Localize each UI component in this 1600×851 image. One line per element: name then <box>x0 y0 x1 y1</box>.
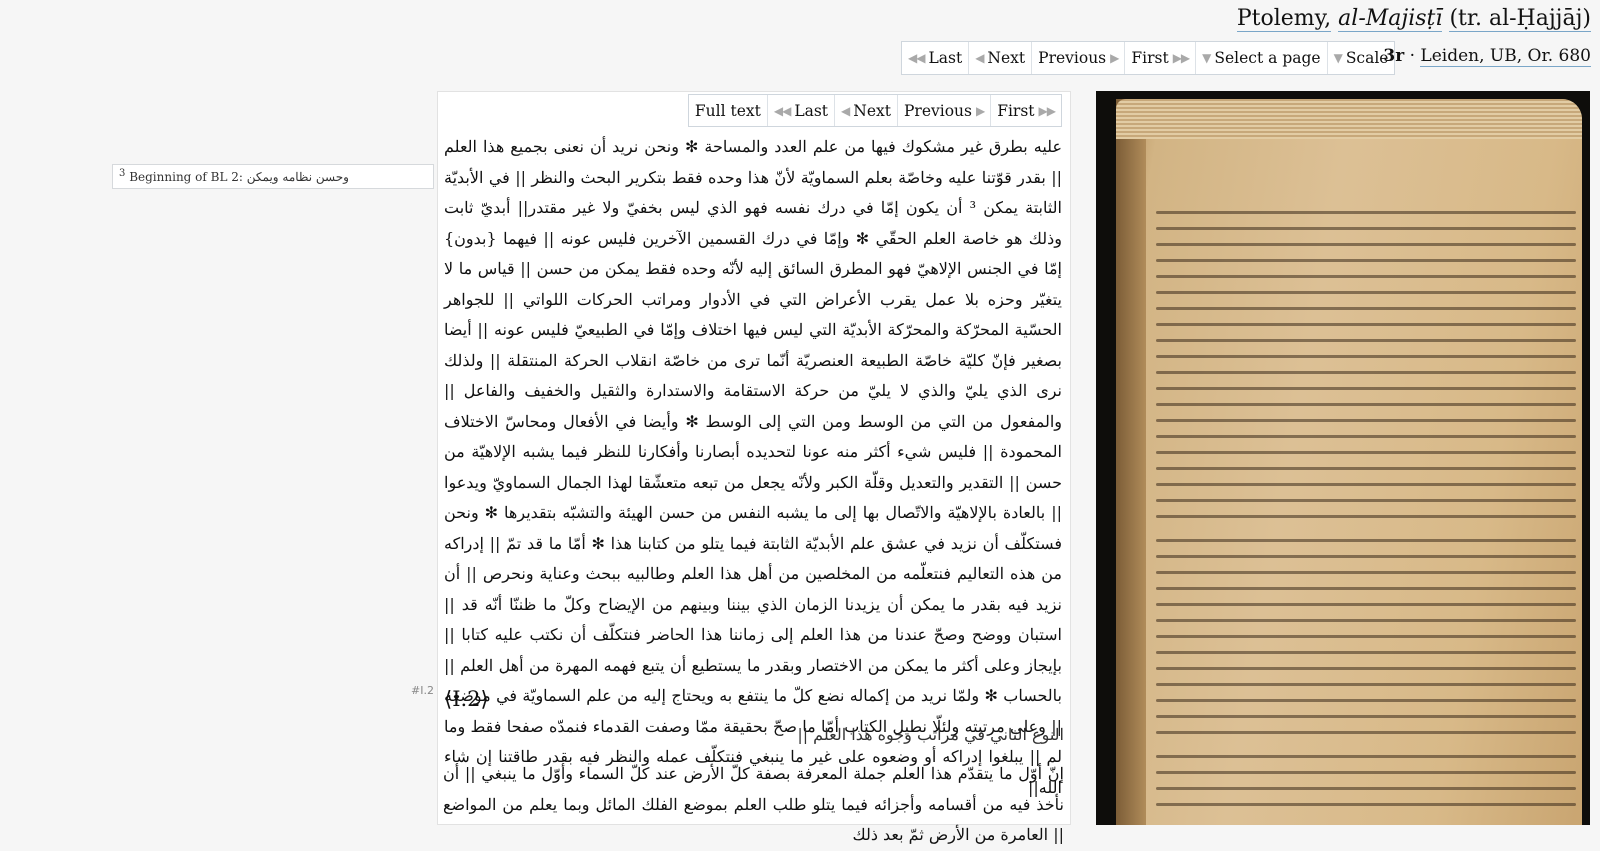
right-arrow-icon: ▶ <box>975 103 985 118</box>
folio-number: 3r <box>1383 46 1405 66</box>
handwriting-line <box>1156 771 1576 774</box>
handwriting-line <box>1156 731 1576 734</box>
handwriting-line <box>1156 339 1576 342</box>
handwriting-line <box>1156 787 1576 790</box>
handwriting-line <box>1156 403 1576 406</box>
handwriting-line <box>1156 683 1576 686</box>
manuscript-page <box>1116 99 1582 825</box>
page-navigation: ◀◀ Last ◀ Next Previous ▶ First ▶▶ ▼ Sel… <box>901 41 1396 75</box>
handwriting-line <box>1156 539 1576 542</box>
left-arrow-icon: ◀ <box>841 103 850 118</box>
handwriting-line <box>1156 667 1576 670</box>
handwriting-line <box>1156 275 1576 278</box>
note-label: Beginning of BL 2: <box>129 170 243 184</box>
handwriting-line <box>1156 515 1576 518</box>
handwriting-line <box>1156 227 1576 230</box>
handwriting-line <box>1156 715 1576 718</box>
handwriting-line <box>1156 387 1576 390</box>
manuscript-image[interactable] <box>1096 91 1590 825</box>
last-page-button[interactable]: ◀◀ Last <box>902 42 970 74</box>
section-subheading: النوع الثاني في مراتب وجوه هذا العلم || <box>797 725 1064 744</box>
page-edges <box>1116 99 1582 139</box>
handwriting-line <box>1156 803 1576 806</box>
section-anchor-label[interactable]: #I.2 <box>411 684 434 697</box>
arabic-text-body-2: إنّ أوّل ما يتقدّم هذا العلم جملة المعرف… <box>443 764 1064 844</box>
arabic-text-body: عليه بطرق غير مشكوك فيها من علم العدد وا… <box>444 137 1063 797</box>
full-text-button[interactable]: Full text <box>689 95 768 126</box>
section-heading: ⟨I.2⟩ <box>444 687 489 711</box>
handwriting-line <box>1156 451 1576 454</box>
note-number: 3 <box>119 168 126 179</box>
title-translator: (tr. al-Ḥajjāj) <box>1449 6 1591 32</box>
title-work: al-Majisṭī <box>1338 6 1443 32</box>
handwriting-line <box>1156 355 1576 358</box>
marginal-note[interactable]: 3 Beginning of BL 2: وحسن نظامه ويمكن <box>112 164 434 189</box>
handwriting-line <box>1156 699 1576 702</box>
handwriting-line <box>1156 483 1576 486</box>
handwriting-line <box>1156 243 1576 246</box>
handwriting-line <box>1156 467 1576 470</box>
triangle-down-icon: ▼ <box>1333 51 1343 65</box>
previous-page-button[interactable]: Previous ▶ <box>1032 42 1126 74</box>
double-right-arrow-icon: ▶▶ <box>1172 51 1190 65</box>
work-title: Ptolemy, al-Majisṭī (tr. al-Ḥajjāj) <box>1236 4 1591 34</box>
handwriting-line <box>1156 635 1576 638</box>
handwriting-line <box>1156 651 1576 654</box>
title-author: Ptolemy, <box>1236 6 1332 32</box>
handwriting-line <box>1156 587 1576 590</box>
text-navigation: Full text ◀◀ Last ◀ Next Previous ▶ Firs… <box>687 94 1062 127</box>
handwriting-line <box>1156 571 1576 574</box>
handwriting-line <box>1156 555 1576 558</box>
folio-info: 3r · Leiden, UB, Or. 680 <box>1383 46 1591 67</box>
text-last-button[interactable]: ◀◀ Last <box>768 95 836 126</box>
double-left-arrow-icon: ◀◀ <box>773 103 791 118</box>
right-arrow-icon: ▶ <box>1110 51 1119 65</box>
handwriting-line <box>1156 755 1576 758</box>
folio-separator: · <box>1409 46 1416 66</box>
handwriting-line <box>1156 323 1576 326</box>
note-arabic: وحسن نظامه ويمكن <box>246 170 349 184</box>
double-right-arrow-icon: ▶▶ <box>1038 103 1056 118</box>
left-arrow-icon: ◀ <box>975 51 984 65</box>
handwriting-line <box>1156 619 1576 622</box>
library-link[interactable]: Leiden, UB, Or. 680 <box>1420 46 1591 67</box>
handwriting-line <box>1156 291 1576 294</box>
double-left-arrow-icon: ◀◀ <box>908 51 925 65</box>
first-page-button[interactable]: First ▶▶ <box>1125 42 1197 74</box>
handwriting-line <box>1156 419 1576 422</box>
handwriting-line <box>1156 259 1576 262</box>
text-previous-button[interactable]: Previous ▶ <box>898 95 992 126</box>
text-first-button[interactable]: First ▶▶ <box>991 95 1061 126</box>
handwriting-line <box>1156 211 1576 214</box>
next-page-button[interactable]: ◀ Next <box>969 42 1033 74</box>
text-next-button[interactable]: ◀ Next <box>835 95 898 126</box>
handwriting-line <box>1156 603 1576 606</box>
triangle-down-icon: ▼ <box>1202 51 1211 65</box>
book-spine <box>1116 99 1146 825</box>
select-page-dropdown[interactable]: ▼ Select a page <box>1196 42 1328 74</box>
handwriting-line <box>1156 307 1576 310</box>
text-panel: Full text ◀◀ Last ◀ Next Previous ▶ Firs… <box>437 91 1071 825</box>
handwriting-line <box>1156 371 1576 374</box>
handwriting-line <box>1156 499 1576 502</box>
handwriting-line <box>1156 435 1576 438</box>
